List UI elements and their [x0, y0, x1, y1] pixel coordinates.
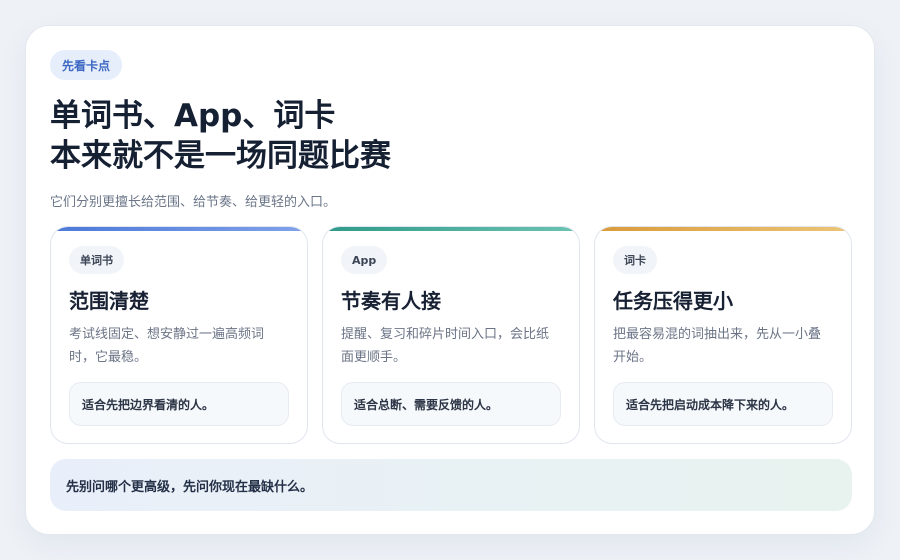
accent-bar	[595, 227, 851, 231]
main-card: 先看卡点 单词书、App、词卡 本来就不是一场同题比赛 它们分别更擅长给范围、给…	[25, 25, 875, 535]
column-note: 适合总断、需要反馈的人。	[341, 382, 561, 426]
subtitle: 它们分别更擅长给范围、给节奏、给更轻的入口。	[50, 195, 337, 210]
accent-bar	[51, 227, 307, 231]
column-note: 适合先把边界看清的人。	[69, 382, 289, 426]
column-description: 考试线固定、想安静过一遍高频词时，它最稳。	[69, 327, 265, 365]
page-title: 单词书、App、词卡 本来就不是一场同题比赛	[50, 96, 391, 176]
column-card-wordbook: 单词书 范围清楚 考试线固定、想安静过一遍高频词时，它最稳。 适合先把边界看清的…	[50, 226, 308, 444]
title-line-1: 单词书、App、词卡	[50, 98, 336, 134]
column-card-wordcard: 词卡 任务压得更小 把最容易混的词抽出来，先从一小叠开始。 适合先把启动成本降下…	[594, 226, 852, 444]
column-note: 适合先把启动成本降下来的人。	[613, 382, 833, 426]
column-tag: App	[341, 246, 388, 274]
title-line-2: 本来就不是一场同题比赛	[50, 138, 391, 174]
footer-callout: 先别问哪个更高级，先问你现在最缺什么。	[50, 459, 852, 511]
column-tag: 单词书	[69, 246, 124, 274]
column-heading: 任务压得更小	[613, 289, 733, 313]
column-heading: 范围清楚	[69, 289, 149, 313]
column-description: 提醒、复习和碎片时间入口，会比纸面更顺手。	[341, 327, 550, 365]
column-card-app: App 节奏有人接 提醒、复习和碎片时间入口，会比纸面更顺手。 适合总断、需要反…	[322, 226, 580, 444]
badge: 先看卡点	[50, 50, 123, 80]
accent-bar	[323, 227, 579, 231]
column-tag: 词卡	[613, 246, 657, 274]
column-description: 把最容易混的词抽出来，先从一小叠开始。	[613, 327, 822, 365]
column-heading: 节奏有人接	[341, 289, 441, 313]
